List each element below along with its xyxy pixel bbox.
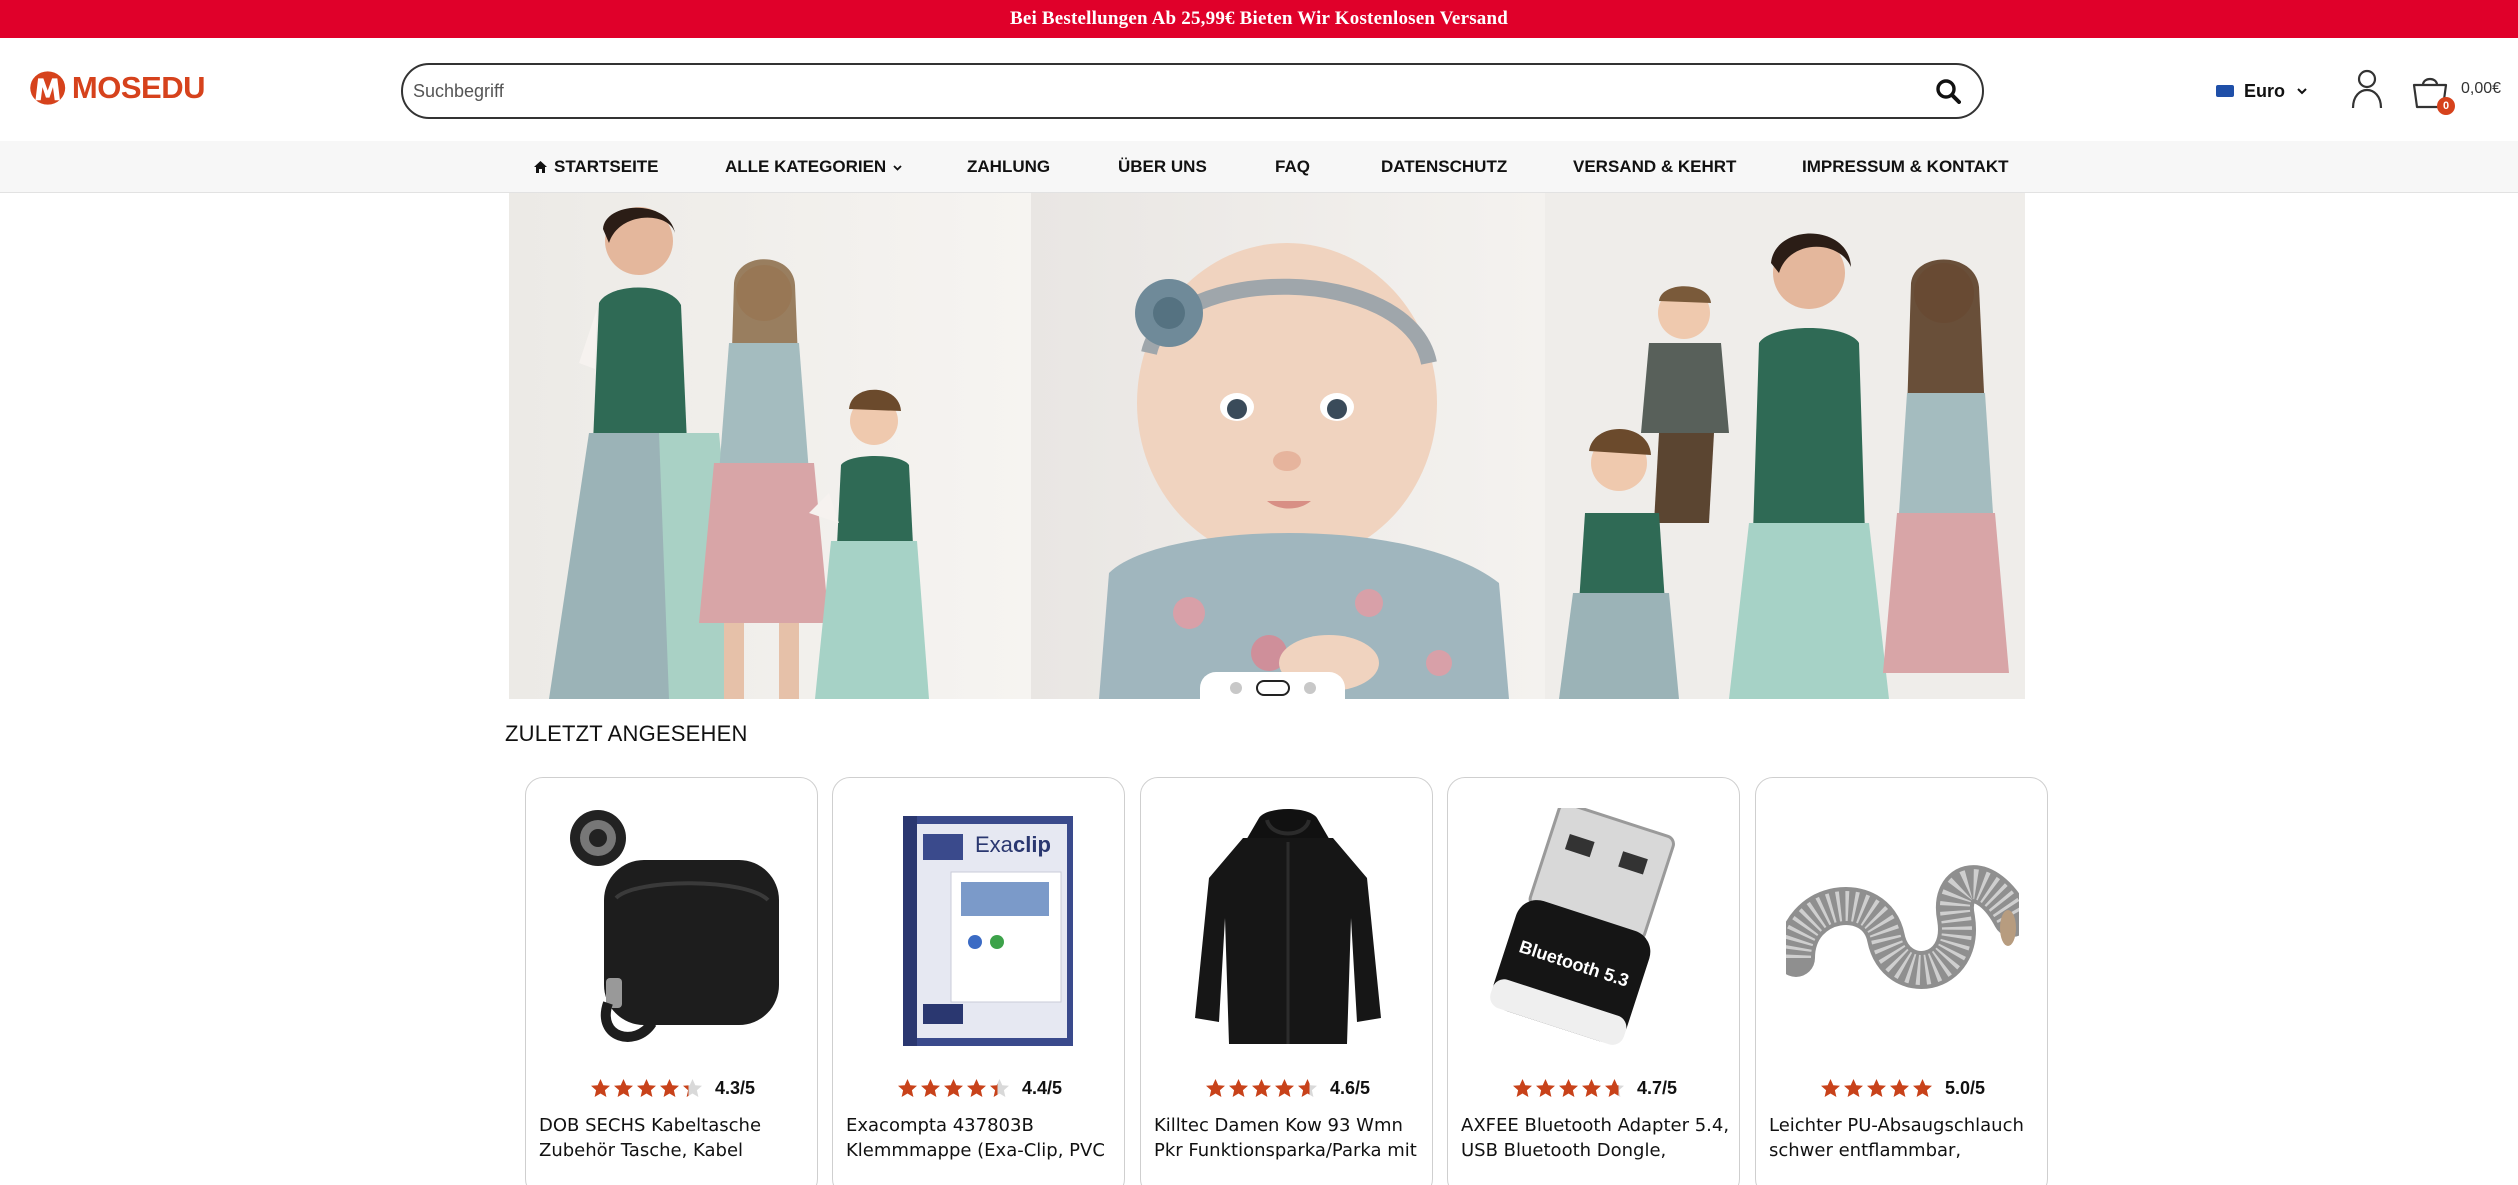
product-rating: 4.6/5 (1141, 1078, 1432, 1099)
star-icon (1866, 1079, 1886, 1097)
product-title: Killtec Damen Kow 93 Wmn Pkr Funktionspa… (1154, 1115, 1417, 1161)
svg-text:Exa: Exa (975, 832, 1014, 857)
rating-text: 4.7/5 (1636, 1078, 1678, 1098)
product-title: DOB SECHS Kabeltasche Zubehör Tasche, Ka… (539, 1115, 762, 1161)
product-card[interactable]: 5.0/5 Leichter PU-Absaugschlauch schwer … (1755, 777, 2048, 1185)
nav-item-label: ALLE KATEGORIEN (725, 157, 887, 176)
nav-item-label: VERSAND & KEHRT (1573, 157, 1737, 176)
nav-item-label: FAQ (1275, 157, 1310, 176)
hero-slider[interactable] (509, 193, 2025, 699)
search-input[interactable] (413, 80, 1930, 102)
nav-item-impressum-kontakt[interactable]: IMPRESSUM & KONTAKT (1802, 141, 2009, 193)
star-icon (1512, 1079, 1532, 1097)
star-icon (1581, 1079, 1601, 1097)
star-icon (1820, 1079, 1840, 1097)
eu-flag-icon (2216, 85, 2234, 97)
logo[interactable]: MOSEDU (25, 66, 206, 110)
star-icon (1604, 1079, 1624, 1097)
star-icon (1274, 1079, 1294, 1097)
product-rating: 4.4/5 (833, 1078, 1124, 1099)
product-image (1195, 809, 1381, 1044)
star-icon (590, 1079, 610, 1097)
cart-total: 0,00€ (2461, 80, 2502, 97)
star-icon (920, 1079, 940, 1097)
nav-item-label: ÜBER UNS (1118, 157, 1207, 176)
rating-text: 4.4/5 (1021, 1078, 1063, 1098)
star-icon (1205, 1079, 1225, 1097)
nav-item-label: ZAHLUNG (967, 157, 1051, 176)
product-card[interactable]: Exa clip 4.4/5 Exacompta 437803B Klemmma… (832, 777, 1125, 1185)
star-icon (613, 1079, 633, 1097)
star-icon (966, 1079, 986, 1097)
star-icon (1912, 1079, 1932, 1097)
nav-item-alle-kategorien[interactable]: ALLE KATEGORIEN (725, 141, 903, 193)
product-title: Exacompta 437803B Klemmmappe (Exa-Clip, … (846, 1115, 1105, 1161)
star-icon (659, 1079, 679, 1097)
star-icon (1843, 1079, 1863, 1097)
currency-selector[interactable]: Euro (2216, 77, 2309, 105)
star-icon (1251, 1079, 1271, 1097)
slider-dot-active[interactable] (1255, 680, 1290, 696)
nav-item-label: DATENSCHUTZ (1381, 157, 1508, 176)
rating-text: 4.6/5 (1329, 1078, 1371, 1098)
star-icon (682, 1079, 702, 1097)
star-icon (1889, 1079, 1909, 1097)
promo-text: Bei Bestellungen Ab 25,99€ Bieten Wir Ko… (1009, 8, 1509, 29)
section-title: ZULETZT ANGESEHEN (505, 721, 748, 746)
star-icon (989, 1079, 1009, 1097)
logo-mark-icon (30, 71, 66, 105)
nav-item-versand-kehrt[interactable]: VERSAND & KEHRT (1573, 141, 1736, 193)
account-icon[interactable] (2350, 68, 2384, 110)
product-rating: 5.0/5 (1756, 1078, 2047, 1099)
rating-text: 5.0/5 (1944, 1078, 1986, 1098)
slider-dot[interactable] (1229, 682, 1242, 694)
star-icon (1535, 1079, 1555, 1097)
hero-image (509, 193, 2025, 699)
search-icon (1936, 79, 1961, 104)
promo-bar: Bei Bestellungen Ab 25,99€ Bieten Wir Ko… (0, 0, 2518, 38)
nav-item-faq[interactable]: FAQ (1275, 141, 1310, 193)
nav-item-label: IMPRESSUM & KONTAKT (1802, 157, 2009, 176)
product-image: Bluetooth 5.3 (1490, 808, 1675, 1045)
chevron-down-icon (2297, 88, 2307, 95)
search-button[interactable] (1930, 73, 1966, 109)
product-title: AXFEE Bluetooth Adapter 5.4, USB Bluetoo… (1461, 1115, 1730, 1161)
nav-item-zahlung[interactable]: ZAHLUNG (967, 141, 1050, 193)
rating-text: 4.3/5 (714, 1078, 756, 1098)
logo-text: MOSEDU (71, 70, 206, 105)
star-icon (943, 1079, 963, 1097)
slider-dot[interactable] (1303, 682, 1316, 694)
star-icon (636, 1079, 656, 1097)
nav-item-startseite[interactable]: STARTSEITE (533, 141, 659, 193)
nav-item-ueber-uns[interactable]: ÜBER UNS (1118, 141, 1207, 193)
home-icon (534, 161, 547, 173)
star-icon (1558, 1079, 1578, 1097)
product-rating: 4.3/5 (526, 1078, 817, 1099)
product-image (570, 810, 779, 1042)
product-image (1786, 865, 2019, 989)
slider-dots (1200, 672, 1345, 704)
star-icon (1297, 1079, 1317, 1097)
star-icon (897, 1079, 917, 1097)
product-rating: 4.7/5 (1448, 1078, 1739, 1099)
product-card[interactable]: 4.6/5 Killtec Damen Kow 93 Wmn Pkr Funkt… (1140, 777, 1433, 1185)
product-title: Leichter PU-Absaugschlauch schwer entfla… (1769, 1115, 2024, 1161)
svg-text:clip: clip (1013, 832, 1051, 857)
chevron-down-icon (893, 164, 902, 171)
star-icon (1228, 1079, 1248, 1097)
main-nav: STARTSEITE ALLE KATEGORIEN ZAHLUNG ÜBER … (0, 141, 2518, 193)
nav-item-label: STARTSEITE (554, 157, 659, 176)
cart-count-badge: 0 (2437, 97, 2455, 115)
search-bar (401, 63, 1984, 119)
product-card[interactable]: 4.3/5 DOB SECHS Kabeltasche Zubehör Tasc… (525, 777, 818, 1185)
nav-item-datenschutz[interactable]: DATENSCHUTZ (1381, 141, 1507, 193)
currency-label: Euro (2244, 80, 2286, 101)
site-header: MOSEDU Euro 0 0,00€ (0, 38, 2518, 141)
product-card[interactable]: Bluetooth 5.3 4.7/5 AXFEE Bluetooth Adap… (1447, 777, 1740, 1185)
product-image: Exa clip (903, 816, 1073, 1046)
